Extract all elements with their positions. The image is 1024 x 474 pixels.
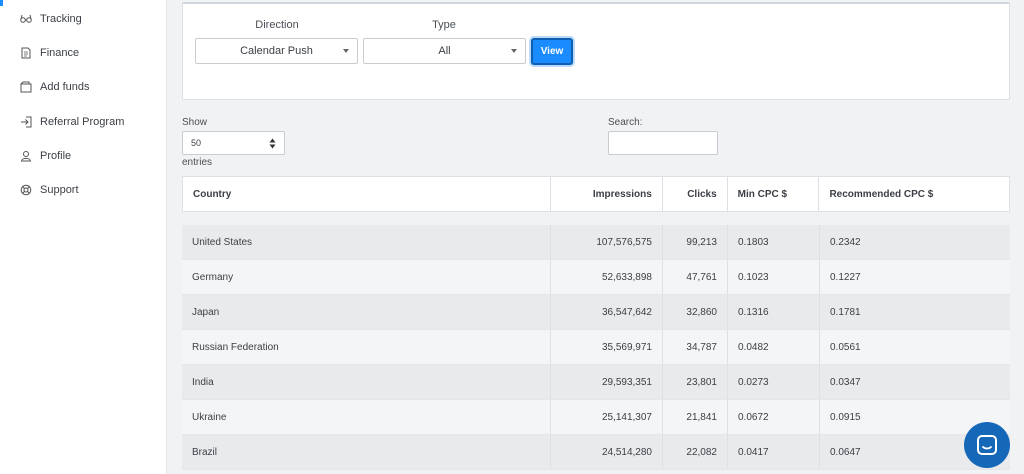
cell-min-cpc: 0.1316 (728, 295, 820, 329)
column-header-clicks[interactable]: Clicks (663, 177, 728, 211)
chat-icon (977, 435, 997, 455)
cell-recommended-cpc: 0.2342 (830, 236, 861, 248)
cell-country: India (182, 365, 551, 399)
table-row: Ukraine 25,141,307 21,841 0.0672 0.0915 (182, 400, 1010, 435)
active-indicator (0, 0, 3, 6)
cell-country: Ukraine (182, 400, 551, 434)
sidebar-item-label: Finance (40, 47, 80, 59)
cell-impressions: 35,569,971 (551, 330, 663, 364)
column-header-recommended-cpc[interactable]: Recommended CPC $ (819, 177, 1009, 211)
cell-recommended-cpc: 0.1227 (830, 271, 861, 283)
direction-select-value: Calendar Push (240, 45, 313, 57)
cell-country: United States (182, 225, 551, 259)
table-row: Russian Federation 35,569,971 34,787 0.0… (182, 330, 1010, 365)
search-input[interactable] (608, 131, 718, 155)
cell-impressions: 29,593,351 (551, 365, 663, 399)
filter-panel: Direction Type Calendar Push All View (182, 2, 1010, 100)
cell-impressions: 25,141,307 (551, 400, 663, 434)
wallet-icon (20, 81, 32, 93)
cell-country: Germany (182, 260, 551, 294)
chevron-down-icon (511, 49, 517, 53)
sign-in-icon (20, 116, 32, 128)
cell-recommended-cpc: 0.0561 (830, 341, 861, 353)
cell-clicks: 34,787 (663, 330, 728, 364)
glasses-icon (20, 13, 32, 25)
type-select-value: All (438, 45, 451, 57)
column-header-country[interactable]: Country (183, 177, 552, 211)
show-label: Show (182, 117, 208, 128)
sidebar-item-support[interactable]: Support (20, 180, 79, 200)
table-row: United States 107,576,575 99,213 0.1803 … (182, 225, 1010, 260)
direction-select[interactable]: Calendar Push (195, 38, 358, 64)
cell-country: Brazil (182, 435, 551, 469)
type-label: Type (432, 19, 456, 31)
sidebar-item-label: Add funds (40, 81, 90, 93)
entries-label: entries (182, 157, 213, 168)
column-header-impressions[interactable]: Impressions (551, 177, 663, 211)
lifebuoy-icon (20, 184, 32, 196)
table-row: Germany 52,633,898 47,761 0.1023 0.1227 (182, 260, 1010, 295)
cell-clicks: 32,860 (663, 295, 728, 329)
cell-min-cpc: 0.1803 (728, 225, 820, 259)
sidebar-item-label: Tracking (40, 13, 82, 25)
cell-impressions: 107,576,575 (551, 225, 663, 259)
search-label: Search: (608, 117, 643, 128)
type-select[interactable]: All (363, 38, 526, 64)
chat-button[interactable] (964, 422, 1010, 468)
cell-impressions: 52,633,898 (551, 260, 663, 294)
sidebar-item-add-funds[interactable]: Add funds (20, 77, 90, 97)
cell-min-cpc: 0.1023 (728, 260, 820, 294)
cell-country: Russian Federation (182, 330, 551, 364)
sort-arrows-icon (269, 138, 276, 149)
table-row: India 29,593,351 23,801 0.0273 0.0347 (182, 365, 1010, 400)
chevron-down-icon (343, 49, 349, 53)
user-icon (20, 150, 32, 162)
entries-per-page-value: 50 (191, 138, 202, 148)
sidebar-item-label: Support (40, 184, 79, 196)
sidebar-item-referral-program[interactable]: Referral Program (20, 112, 124, 132)
cell-clicks: 22,082 (663, 435, 728, 469)
cell-recommended-cpc: 0.0347 (830, 376, 861, 388)
sidebar-item-finance[interactable]: Finance (20, 43, 79, 63)
table-body: United States 107,576,575 99,213 0.1803 … (182, 225, 1010, 470)
document-icon (20, 47, 32, 59)
cell-clicks: 21,841 (663, 400, 728, 434)
cell-country: Japan (182, 295, 551, 329)
table-row: Brazil 24,514,280 22,082 0.0417 0.0647 (182, 435, 1010, 470)
cell-min-cpc: 0.0417 (728, 435, 820, 469)
sidebar-item-label: Profile (40, 150, 72, 162)
table-row: Japan 36,547,642 32,860 0.1316 0.1781 (182, 295, 1010, 330)
entries-per-page-select[interactable]: 50 (182, 131, 285, 155)
cell-impressions: 24,514,280 (551, 435, 663, 469)
cell-clicks: 99,213 (663, 225, 728, 259)
cell-min-cpc: 0.0273 (728, 365, 820, 399)
cell-clicks: 47,761 (663, 260, 728, 294)
cell-min-cpc: 0.0672 (728, 400, 820, 434)
sidebar: Tracking Finance Add funds Referral Prog… (0, 0, 167, 474)
sidebar-item-label: Referral Program (40, 116, 125, 128)
cell-impressions: 36,547,642 (551, 295, 663, 329)
sidebar-item-profile[interactable]: Profile (20, 146, 71, 166)
cell-clicks: 23,801 (663, 365, 728, 399)
cell-min-cpc: 0.0482 (728, 330, 820, 364)
view-button[interactable]: View (531, 38, 573, 65)
direction-label: Direction (255, 19, 299, 31)
sidebar-item-tracking[interactable]: Tracking (20, 9, 82, 29)
table-header: Country Impressions Clicks Min CPC $ Rec… (182, 176, 1010, 212)
column-header-min-cpc[interactable]: Min CPC $ (728, 177, 820, 211)
cell-recommended-cpc: 0.1781 (830, 306, 861, 318)
